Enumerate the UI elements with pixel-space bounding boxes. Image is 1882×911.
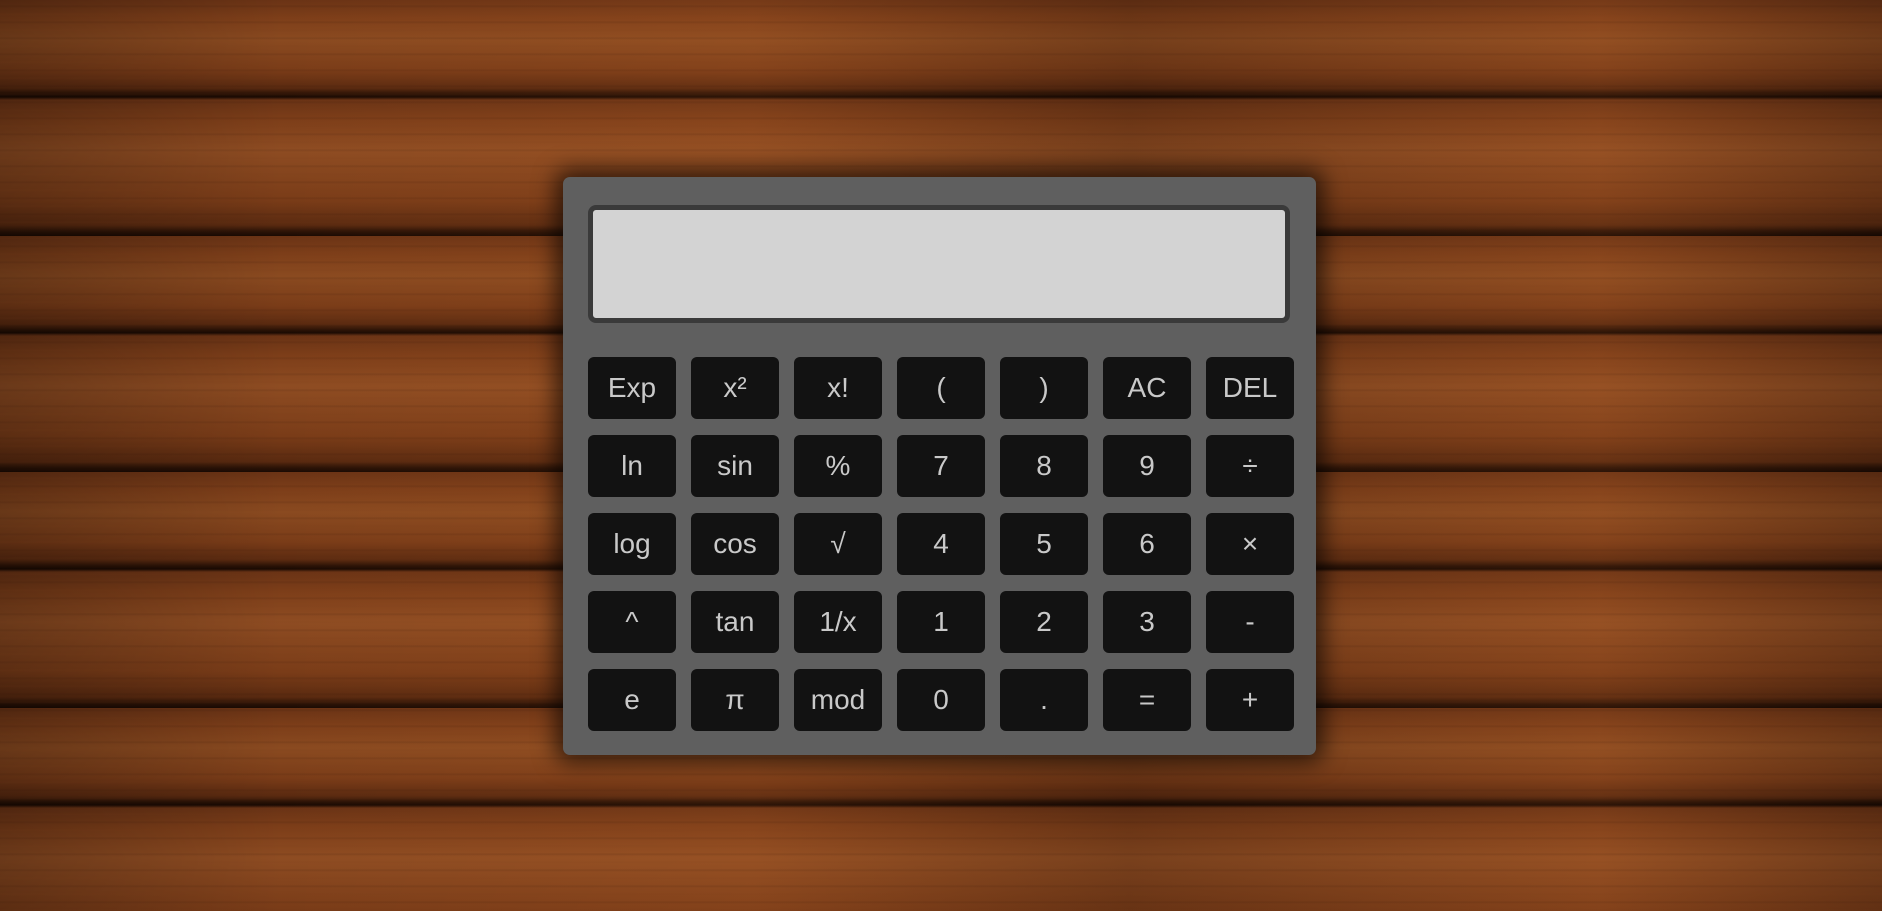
add-button[interactable]: + [1206,669,1294,731]
digit-1-button[interactable]: 1 [897,591,985,653]
mod-button[interactable]: mod [794,669,882,731]
digit-0-button[interactable]: 0 [897,669,985,731]
digit-6-button[interactable]: 6 [1103,513,1191,575]
equals-button[interactable]: = [1103,669,1191,731]
digit-7-button[interactable]: 7 [897,435,985,497]
sin-button[interactable]: sin [691,435,779,497]
square-button[interactable]: x² [691,357,779,419]
multiply-button[interactable]: × [1206,513,1294,575]
calculator-display [588,205,1290,323]
cos-button[interactable]: cos [691,513,779,575]
digit-8-button[interactable]: 8 [1000,435,1088,497]
power-button[interactable]: ^ [588,591,676,653]
percent-button[interactable]: % [794,435,882,497]
pi-button[interactable]: π [691,669,779,731]
euler-button[interactable]: e [588,669,676,731]
digit-2-button[interactable]: 2 [1000,591,1088,653]
ln-button[interactable]: ln [588,435,676,497]
calculator: Exp x² x!() AC DEL ln sin% 7 8 9 ÷ log cos √ 4 5 6 × ^ tan 1… [563,177,1316,755]
decimal-point-button[interactable]: . [1000,669,1088,731]
factorial-button[interactable]: x! [794,357,882,419]
digit-4-button[interactable]: 4 [897,513,985,575]
subtract-button[interactable]: - [1206,591,1294,653]
keypad: Exp x² x!() AC DEL ln sin% 7 8 9 ÷ log cos √ 4 5 6 × ^ tan 1… [588,357,1294,731]
divide-button[interactable]: ÷ [1206,435,1294,497]
digit-3-button[interactable]: 3 [1103,591,1191,653]
open-paren-button[interactable]: ( [897,357,985,419]
all-clear-button[interactable]: AC [1103,357,1191,419]
exp-button[interactable]: Exp [588,357,676,419]
log-button[interactable]: log [588,513,676,575]
digit-5-button[interactable]: 5 [1000,513,1088,575]
digit-9-button[interactable]: 9 [1103,435,1191,497]
reciprocal-button[interactable]: 1/x [794,591,882,653]
delete-button[interactable]: DEL [1206,357,1294,419]
sqrt-button[interactable]: √ [794,513,882,575]
tan-button[interactable]: tan [691,591,779,653]
close-paren-button[interactable]: ) [1000,357,1088,419]
